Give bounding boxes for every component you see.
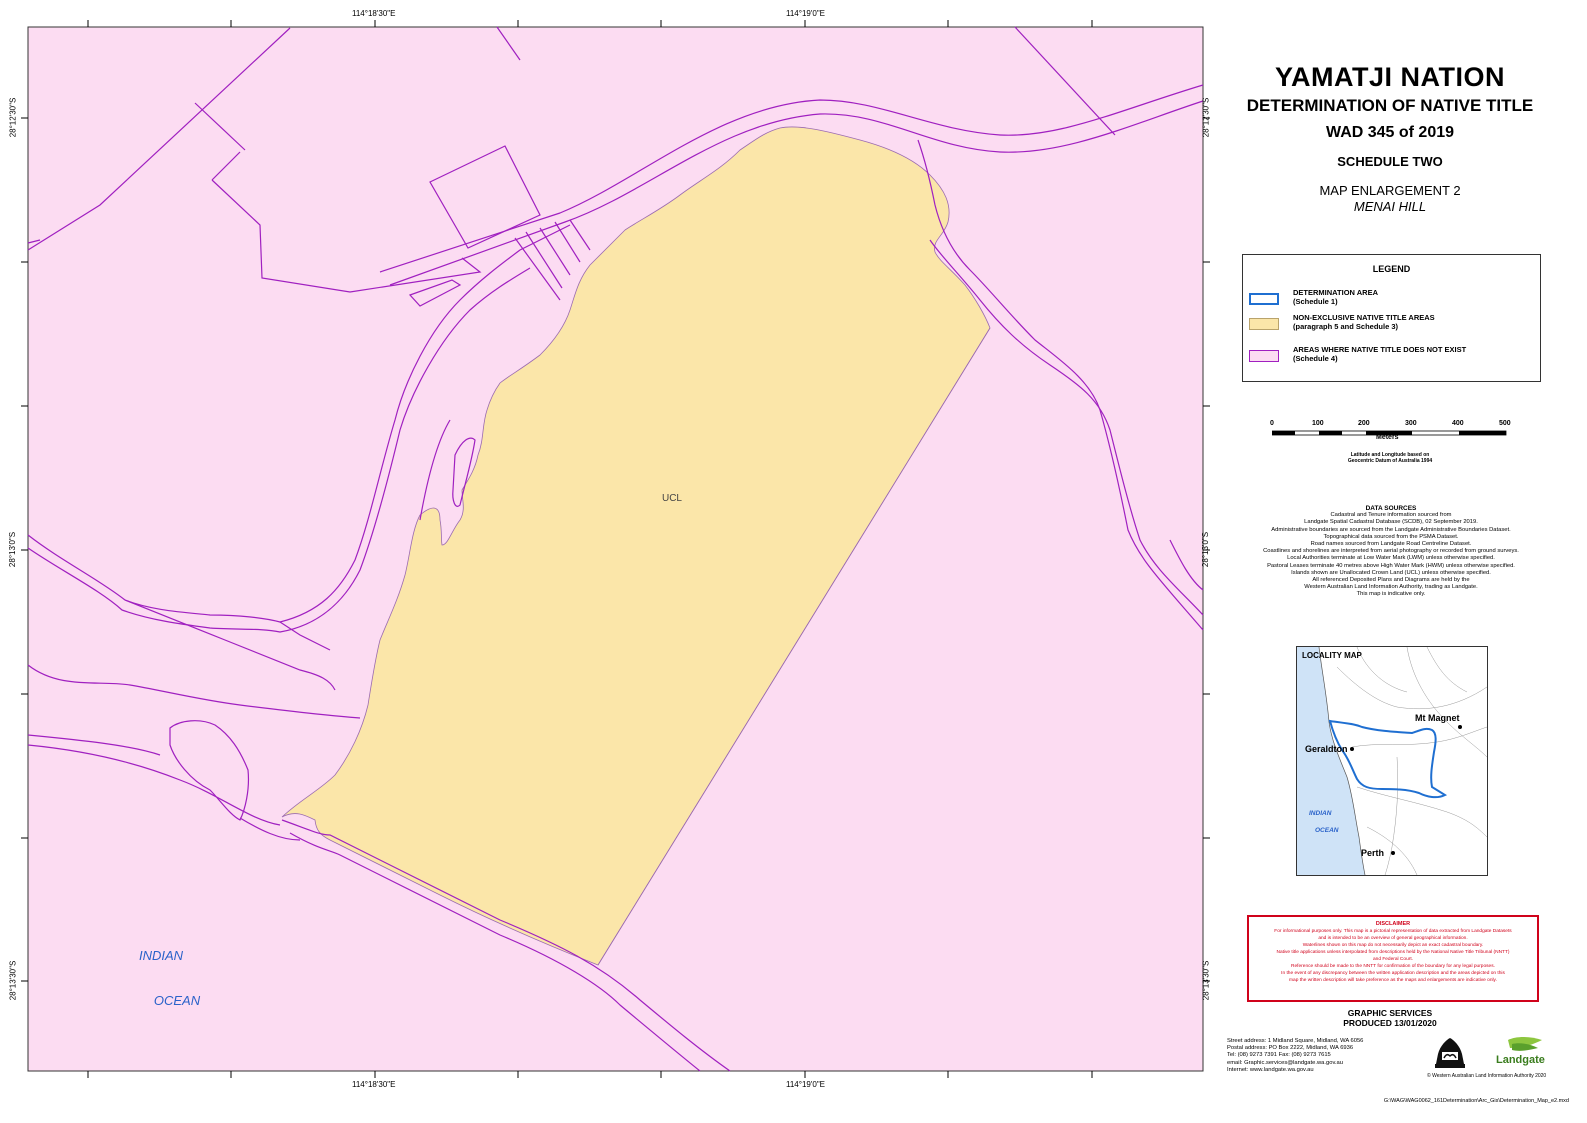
coord-right-2: 28°13'0"S [1201,531,1211,568]
legend-item-does-not-exist: AREAS WHERE NATIVE TITLE DOES NOT EXIST … [1249,345,1466,375]
scale-tick-0: 0 [1270,420,1274,427]
title-case: WAD 345 of 2019 [1325,124,1455,141]
locality-mt-magnet: Mt Magnet [1415,713,1460,723]
locality-map-graphic: LOCALITY MAP Mt Magnet Geraldton Perth I… [1297,647,1487,875]
file-path: G:\WAG\WAG0062_161Determination\Arc_Gis\… [1383,1098,1569,1104]
disclaimer-line: Reference should be made to the NNTT for… [1291,964,1495,969]
address-block: Street address: 1 Midland Square, Midlan… [1227,1038,1363,1074]
ucl-label: UCL [662,493,682,504]
ocean-label-2: OCEAN [154,993,201,1008]
data-sources-line: Pastoral Leases terminate 40 metres abov… [1267,562,1515,569]
scale-tick-300: 300 [1405,420,1417,427]
datum-note: Latitude and Longitude based on Geocentr… [1300,452,1480,464]
title-enlargement: MAP ENLARGEMENT 2 [1319,183,1461,198]
disclaimer-line: and is intended to be an overview of gen… [1318,936,1468,941]
copyright: © Western Australian Land Information Au… [1427,1073,1547,1079]
legend-sub-does-not-exist: (Schedule 4) [1293,354,1338,363]
scale-tick-100: 100 [1312,420,1324,427]
legend-label-determination: DETERMINATION AREA [1293,288,1378,297]
coord-bottom-2: 114°19'0"E [786,1080,826,1089]
scale-unit: Meters [1376,434,1399,441]
title-schedule: SCHEDULE TWO [1337,154,1443,169]
locality-map: LOCALITY MAP Mt Magnet Geraldton Perth I… [1296,646,1488,876]
address-line: Tel: (08) 9273 7391 Fax: (08) 9273 7615 [1227,1052,1331,1059]
data-sources-line: Administrative boundaries are sourced fr… [1271,526,1511,533]
address-line: email: Graphic.services@landgate.wa.gov.… [1227,1059,1343,1066]
coord-right-1: 28°12'30"S [1201,97,1211,138]
coord-left-3: 28°13'30"S [8,960,18,1001]
disclaimer-line: map the written description will take pr… [1289,978,1497,983]
disclaimer-line: Native title applications unless interpo… [1276,950,1510,955]
disclaimer-title: DISCLAIMER [1375,921,1411,927]
data-sources: DATA SOURCES Cadastral and Tenure inform… [1236,505,1546,599]
coord-top-2: 114°19'0"E [786,9,826,18]
data-sources-line: Islands shown are Unallocated Crown Land… [1291,569,1491,576]
coord-left-2: 28°13'0"S [8,531,18,568]
data-sources-line: All referenced Deposited Plans and Diagr… [1312,577,1470,584]
disclaimer-line: Waterlines shown on this map do not nece… [1302,943,1484,948]
graphic-services-title: GRAPHIC SERVICES [1347,1008,1433,1018]
legend-swatch-does-not-exist [1249,350,1279,362]
scale-tick-500: 500 [1499,420,1511,427]
landgate-logo-icon: Landgate [1496,1037,1545,1066]
locality-ocean-1: INDIAN [1309,810,1332,817]
coord-bottom-1: 114°18'30"E [352,1080,396,1089]
legend-label-does-not-exist: AREAS WHERE NATIVE TITLE DOES NOT EXIST [1293,345,1467,354]
data-sources-line: Western Australian Land Information Auth… [1304,584,1478,591]
coord-right-3: 28°13'30"S [1201,960,1211,1001]
legend-sub-determination: (Schedule 1) [1293,297,1338,306]
locality-geraldton: Geraldton [1305,744,1348,754]
title-place: MENAI HILL [1353,199,1427,214]
ocean-label-1: INDIAN [139,948,184,963]
datum-note-line-2: Geocentric Datum of Australia 1994 [1347,458,1433,464]
graphic-services: GRAPHIC SERVICES PRODUCED 13/01/2020 [1300,1008,1480,1028]
legend-item-non-exclusive: NON-EXCLUSIVE NATIVE TITLE AREAS (paragr… [1249,313,1435,343]
legend-title: LEGEND [1372,264,1411,274]
scale-tick-200: 200 [1358,420,1370,427]
coord-left-1: 28°12'30"S [8,97,18,138]
data-sources-line: Topographical data sourced from the PSMA… [1323,533,1459,540]
address-line: Internet: www.landgate.wa.gov.au [1227,1066,1314,1073]
disclaimer: DISCLAIMER For informational purposes on… [1247,915,1539,1002]
data-sources-line: Coastlines and shorelines are interprete… [1263,548,1519,555]
legend-sub-non-exclusive: (paragraph 5 and Schedule 3) [1293,322,1399,331]
locality-ocean-2: OCEAN [1315,827,1339,834]
title-panel: YAMATJI NATION DETERMINATION OF NATIVE T… [1220,62,1560,214]
data-sources-line: This map is indicative only. [1356,591,1426,598]
wa-government-crest-icon [1435,1038,1465,1068]
legend-swatch-determination [1249,293,1279,305]
data-sources-line: Cadastral and Tenure information sourced… [1330,512,1452,519]
produced-date: PRODUCED 13/01/2020 [1343,1018,1437,1028]
data-sources-line: Road names sourced from Landgate Road Ce… [1310,541,1472,548]
data-sources-line: Landgate Spatial Cadastral Database (SCD… [1304,519,1478,526]
legend: LEGEND DETERMINATION AREA (Schedule 1) N… [1242,254,1541,382]
scale-tick-400: 400 [1452,420,1464,427]
landgate-logo-text: Landgate [1496,1054,1545,1066]
address-line: Street address: 1 Midland Square, Midlan… [1227,1038,1364,1044]
coord-top-1: 114°18'30"E [352,9,396,18]
disclaimer-line: In the event of any discrepancy between … [1281,971,1505,976]
data-sources-line: Local Authorities terminate at Low Water… [1287,555,1495,562]
locality-perth: Perth [1361,848,1384,858]
legend-swatch-non-exclusive [1249,318,1279,330]
data-sources-title: DATA SOURCES [1365,505,1417,512]
disclaimer-line: For informational purposes only. This ma… [1274,929,1512,934]
disclaimer-line: and Federal Court. [1373,957,1413,962]
locality-title: LOCALITY MAP [1302,651,1363,660]
title-nation: YAMATJI NATION [1274,62,1505,92]
address-line: Postal address: PO Box 2222, Midland, WA… [1227,1045,1354,1052]
title-determination: DETERMINATION OF NATIVE TITLE [1246,96,1534,115]
legend-label-non-exclusive: NON-EXCLUSIVE NATIVE TITLE AREAS [1293,313,1435,322]
